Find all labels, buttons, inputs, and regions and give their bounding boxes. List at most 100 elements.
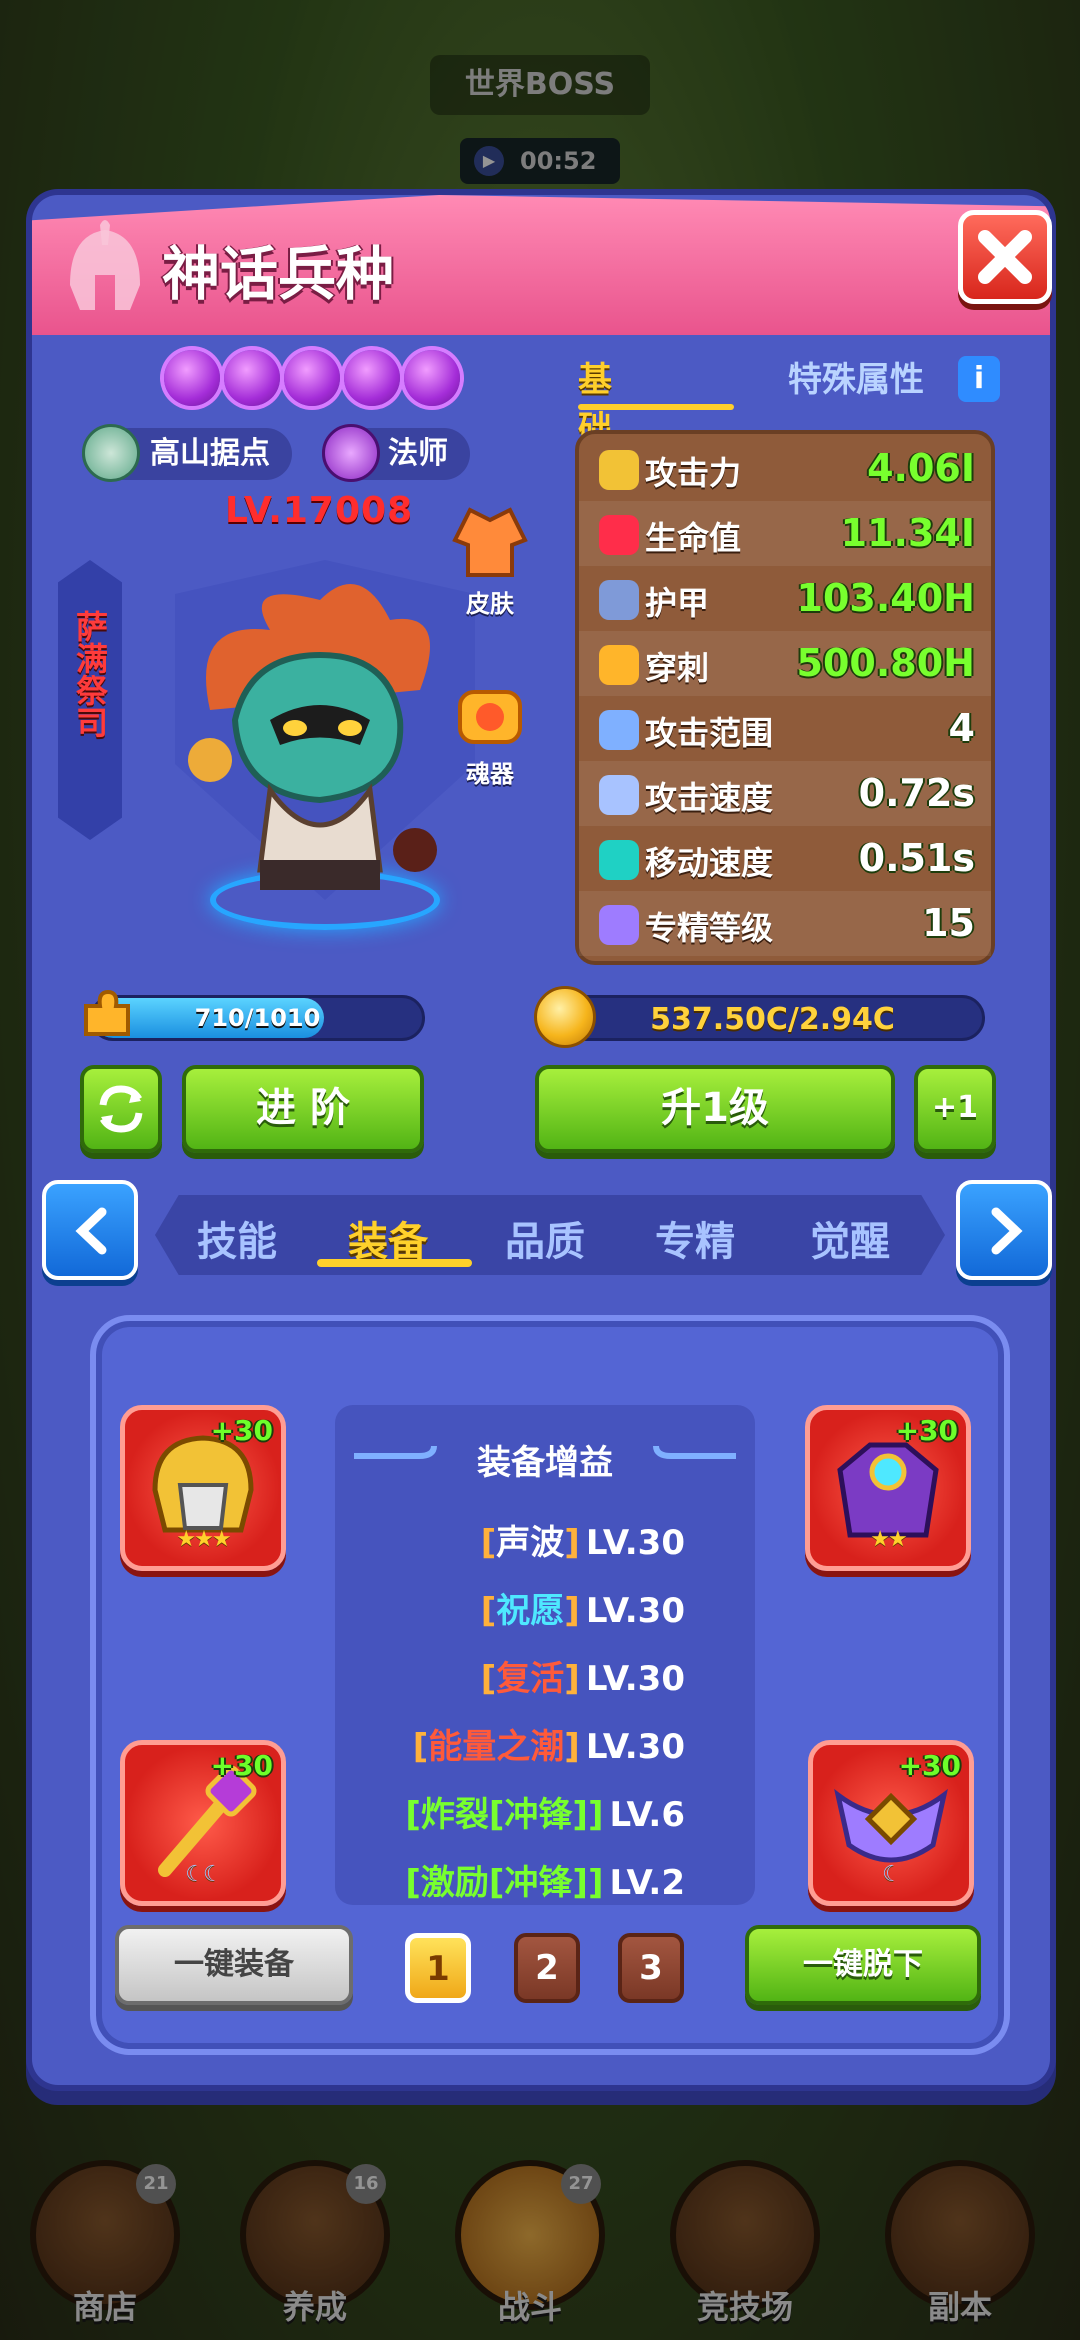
stat-value: 15 [922, 901, 975, 945]
sword-icon [599, 450, 639, 490]
unit-level: LV.17008 [225, 490, 414, 531]
refresh-icon [99, 1085, 143, 1133]
bonus-bracket-open: [ [480, 1591, 497, 1631]
purple-star-icon [284, 350, 340, 406]
loadout-page-3[interactable]: 3 [618, 1933, 684, 2003]
stats-panel: 攻击力 4.06I 生命值 11.34I 护甲 103.40H 穿刺 500.80H 攻击范围 4… [575, 430, 995, 965]
purple-star-icon [224, 350, 280, 406]
stat-name: 攻击力 [645, 454, 742, 492]
tab-skills[interactable]: 技能 [197, 1209, 277, 1267]
soul-vessel-icon [458, 690, 522, 744]
bonus-skill: 声波 [496, 1523, 565, 1563]
stat-row: 攻击速度 0.72s [579, 761, 991, 826]
class-label: 法师 [388, 436, 448, 471]
puzzle-piece-icon [84, 989, 130, 1036]
unit-xp-bar: 710/1010 [90, 995, 425, 1041]
bonus-bracket-close: ] [564, 1659, 580, 1699]
enhance-level: +30 [210, 1414, 273, 1447]
loadout-page-1[interactable]: 1 [405, 1933, 471, 2003]
tab-specialization[interactable]: 专精 [655, 1209, 735, 1267]
xp-text: 710/1010 [194, 1004, 321, 1032]
skin-button[interactable]: 皮肤 [442, 500, 538, 619]
tab-quality[interactable]: 品质 [505, 1209, 585, 1267]
gem-icon [599, 905, 639, 945]
bonus-row: [炸裂[冲锋]] LV.6 [335, 1787, 755, 1847]
gold-cost-bar: 537.50C/2.94C [560, 995, 985, 1041]
unit-name: 萨满祭司 [71, 610, 109, 738]
star-rating [160, 350, 460, 410]
stat-row: 移动速度 0.51s [579, 826, 991, 891]
section-tabs: 技能 装备 品质 专精 觉醒 [155, 1195, 945, 1275]
stat-row: 护甲 103.40H [579, 566, 991, 631]
reset-button[interactable] [80, 1065, 162, 1153]
level-up-button[interactable]: 升1级 [535, 1065, 895, 1153]
stat-value: 103.40H [796, 576, 975, 620]
bonus-bracket-open: [ [405, 1795, 421, 1835]
soul-vessel-button[interactable]: 魂器 [442, 680, 538, 789]
stat-row: 生命值 11.34I [579, 501, 991, 566]
enhance-level: +30 [210, 1749, 273, 1782]
bonus-skill: 激励[冲锋] [420, 1863, 588, 1903]
equip-stars: ☾☾ [185, 1862, 222, 1887]
stat-row: 攻击力 4.06I [579, 436, 991, 501]
stat-name: 生命值 [645, 519, 742, 557]
mage-staff-icon [322, 424, 380, 482]
faction-tag[interactable]: 高山据点 [82, 424, 292, 482]
equip-slot-amulet[interactable]: +30 ☾ [808, 1740, 974, 1906]
bonus-bracket-close: ] [587, 1863, 604, 1903]
stat-name: 穿刺 [645, 649, 710, 687]
bonus-level: LV.30 [585, 1591, 685, 1631]
stat-name: 专精等级 [645, 909, 774, 947]
class-tag[interactable]: 法师 [322, 424, 470, 482]
chevron-right-icon [991, 1207, 1023, 1255]
bonus-level: LV.30 [585, 1659, 685, 1699]
advance-button[interactable]: 进 阶 [182, 1065, 424, 1153]
tab-special-attributes[interactable]: 特殊属性 [788, 352, 924, 401]
info-button[interactable]: i [958, 356, 1000, 402]
highland-icon [82, 424, 140, 482]
shaman-hero-portrait [188, 584, 437, 890]
purple-star-icon [164, 350, 220, 406]
unit-name-banner: 萨满祭司 [58, 560, 122, 840]
bonus-skill: 复活 [496, 1659, 565, 1699]
gold-cost-text: 537.50C/2.94C [650, 1002, 895, 1037]
enhance-level: +30 [895, 1414, 958, 1447]
bonus-bracket-open: [ [405, 1863, 421, 1903]
bonus-bracket-close: ] [564, 1591, 580, 1631]
stat-row: 穿刺 500.80H [579, 631, 991, 696]
equip-all-button[interactable]: 一键装备 [115, 1925, 353, 2005]
faction-label: 高山据点 [150, 436, 270, 471]
gold-coin-icon [534, 986, 596, 1048]
bonus-bracket-close: ] [587, 1795, 604, 1835]
stat-value: 0.51s [858, 836, 975, 880]
equip-slot-helmet[interactable]: +30 ★★★ [120, 1405, 286, 1571]
loadout-page-2[interactable]: 2 [514, 1933, 580, 2003]
next-tab-button[interactable] [956, 1180, 1052, 1280]
equipment-bonus-title: 装备增益 [477, 1443, 613, 1483]
prev-tab-button[interactable] [42, 1180, 138, 1280]
equip-slot-armor[interactable]: +30 ★★ [805, 1405, 971, 1571]
equip-stars: ★★★ [176, 1527, 231, 1552]
bonus-row: [祝愿] LV.30 [335, 1583, 755, 1643]
plus-one-button[interactable]: +1 [914, 1065, 996, 1153]
skin-label: 皮肤 [466, 590, 514, 618]
close-icon [978, 230, 1032, 284]
equip-slot-staff[interactable]: +30 ☾☾ [120, 1740, 286, 1906]
stat-value: 4 [948, 706, 975, 750]
shield-icon [599, 580, 639, 620]
stat-name: 移动速度 [645, 844, 774, 882]
boot-icon [599, 840, 639, 880]
stat-name: 攻击速度 [645, 779, 774, 817]
stat-name: 攻击范围 [645, 714, 774, 752]
stat-value: 11.34I [840, 511, 975, 555]
purple-star-icon [344, 350, 400, 406]
stat-row: 专精等级 15 [579, 891, 991, 956]
bonus-level: LV.2 [609, 1863, 686, 1903]
dialog-title: 神话兵种 [162, 240, 395, 308]
unequip-all-button[interactable]: 一键脱下 [745, 1925, 981, 2005]
bonus-row: [激励[冲锋]] LV.2 [335, 1855, 755, 1905]
close-button[interactable] [958, 210, 1052, 304]
tab-awakening[interactable]: 觉醒 [810, 1209, 890, 1267]
soul-label: 魂器 [466, 760, 514, 788]
stat-row: 攻击范围 4 [579, 696, 991, 761]
